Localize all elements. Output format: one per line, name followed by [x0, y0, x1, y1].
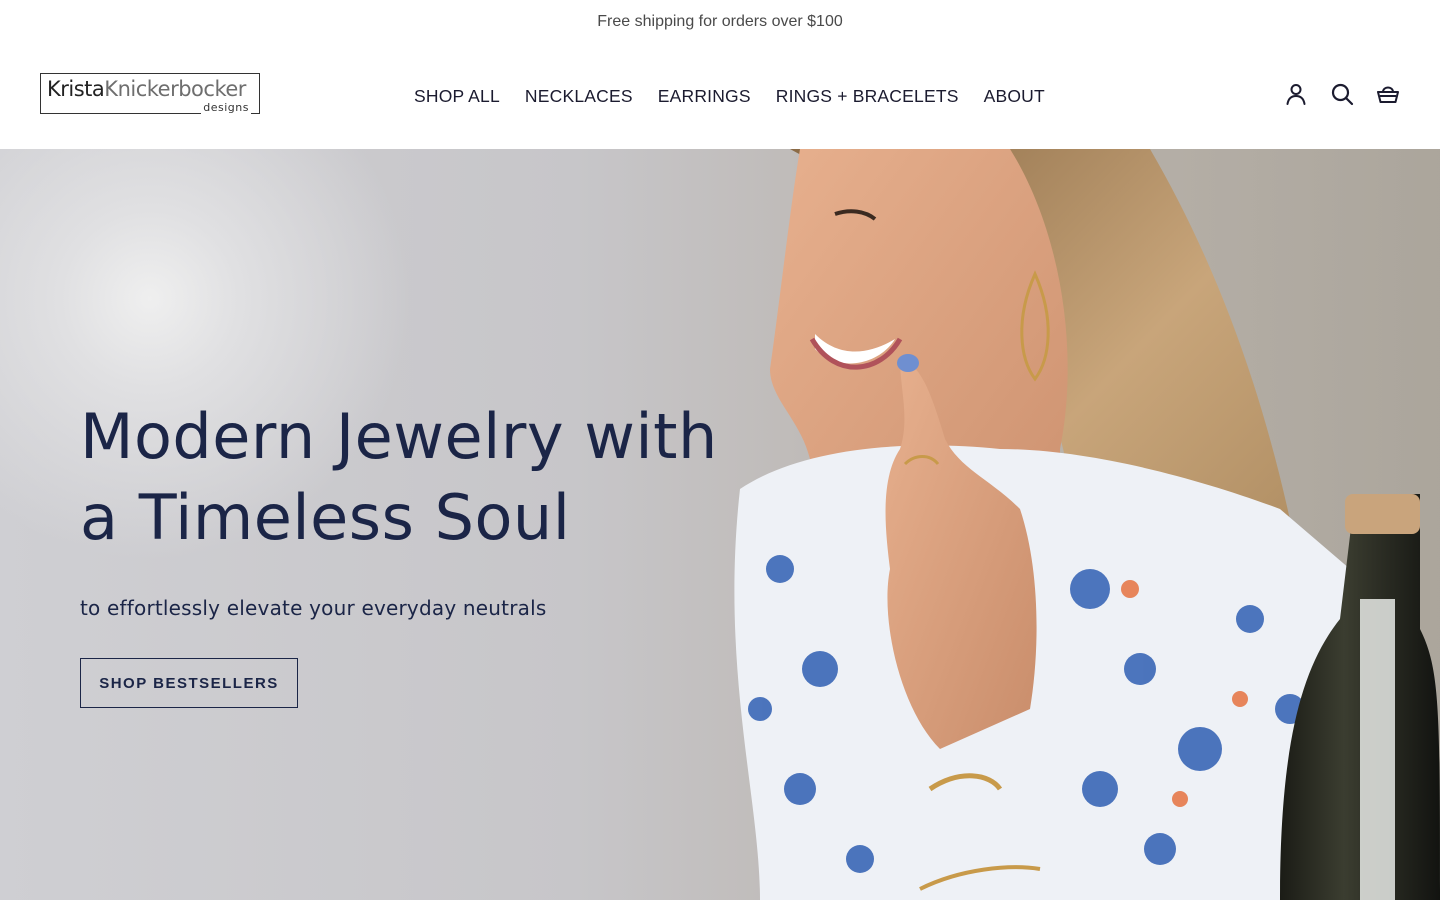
- hero-title-line-1: Modern Jewelry with: [80, 400, 718, 473]
- announcement-bar: Free shipping for orders over $100: [0, 0, 1440, 44]
- brand-logo[interactable]: KristaKnickerbocker designs: [40, 73, 260, 114]
- cart-icon[interactable]: [1376, 82, 1400, 106]
- nav-about[interactable]: ABOUT: [984, 86, 1045, 107]
- logo-wordmark: KristaKnickerbocker: [47, 79, 246, 100]
- search-icon[interactable]: [1330, 82, 1354, 106]
- logo-name-light: Knickerbocker: [104, 77, 246, 101]
- shop-bestsellers-button[interactable]: SHOP BESTSELLERS: [80, 658, 298, 708]
- header-icons: [1284, 82, 1400, 106]
- site-header: KristaKnickerbocker designs SHOP ALL NEC…: [0, 44, 1440, 149]
- hero-title: Modern Jewelry with a Timeless Soul: [80, 396, 780, 558]
- nav-shop-all[interactable]: SHOP ALL: [414, 86, 500, 107]
- main-navigation: SHOP ALL NECKLACES EARRINGS RINGS + BRAC…: [414, 84, 1045, 108]
- hero-banner: Modern Jewelry with a Timeless Soul to e…: [0, 149, 1440, 900]
- announcement-text: Free shipping for orders over $100: [597, 13, 843, 30]
- logo-name-bold: Krista: [47, 77, 105, 101]
- account-icon[interactable]: [1284, 82, 1308, 106]
- logo-subtitle: designs: [201, 101, 251, 114]
- nav-necklaces[interactable]: NECKLACES: [525, 86, 633, 107]
- hero-subtitle: to effortlessly elevate your everyday ne…: [80, 596, 547, 620]
- nav-rings-bracelets[interactable]: RINGS + BRACELETS: [776, 86, 959, 107]
- nav-earrings[interactable]: EARRINGS: [658, 86, 751, 107]
- hero-content: Modern Jewelry with a Timeless Soul to e…: [80, 396, 780, 708]
- hero-title-line-2: a Timeless Soul: [80, 481, 571, 554]
